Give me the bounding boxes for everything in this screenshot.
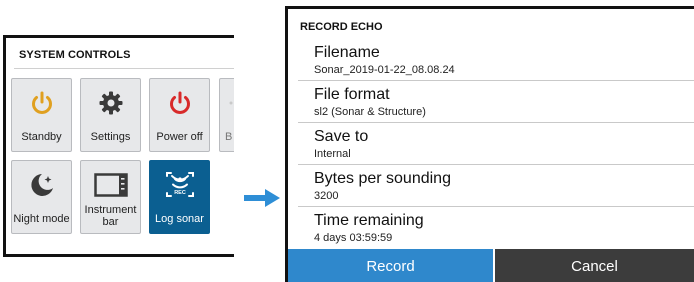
time-remaining-label: Time remaining [314, 212, 424, 229]
log-sonar-button[interactable]: REC Log sonar [149, 160, 210, 234]
standby-icon [31, 91, 52, 114]
filename-value: Sonar_2019-01-22_08.08.24 [314, 64, 455, 76]
instrument-bar-button[interactable]: Instrument bar [80, 160, 141, 234]
system-controls-title: SYSTEM CONTROLS [19, 49, 131, 61]
brightness-icon [229, 101, 233, 105]
log-sonar-label: Log sonar [155, 213, 204, 225]
instrument-bar-label: Instrument bar [84, 204, 137, 228]
standby-button[interactable]: Standby [11, 78, 72, 152]
gear-icon [99, 91, 122, 115]
record-echo-title: RECORD ECHO [300, 21, 383, 33]
standby-label: Standby [21, 131, 62, 143]
arrow-line [244, 195, 266, 201]
log-sonar-icon: REC [165, 172, 194, 197]
instrument-bar-icon [93, 173, 128, 197]
power-icon [169, 91, 190, 114]
bytes-per-sounding-field[interactable]: Bytes per sounding 3200 [298, 167, 694, 207]
bytes-per-sounding-value: 3200 [314, 190, 339, 202]
save-to-value: Internal [314, 148, 351, 160]
filename-field[interactable]: Filename Sonar_2019-01-22_08.08.24 [298, 41, 694, 81]
svg-text:REC: REC [174, 190, 186, 196]
record-button[interactable]: Record [288, 249, 493, 282]
night-mode-label: Night mode [13, 213, 70, 225]
record-echo-dialog: RECORD ECHO Filename Sonar_2019-01-22_08… [285, 6, 694, 282]
settings-button[interactable]: Settings [80, 78, 141, 152]
file-format-value: sl2 (Sonar & Structure) [314, 106, 426, 118]
save-to-field[interactable]: Save to Internal [298, 125, 694, 165]
file-format-field[interactable]: File format sl2 (Sonar & Structure) [298, 83, 694, 123]
time-remaining-value: 4 days 03:59:59 [314, 232, 393, 244]
brightness-label: B [225, 131, 233, 143]
cancel-button[interactable]: Cancel [495, 249, 694, 282]
brightness-button[interactable]: B [219, 78, 234, 152]
bytes-per-sounding-label: Bytes per sounding [314, 170, 451, 187]
night-mode-button[interactable]: Night mode [11, 160, 72, 234]
system-controls-panel: SYSTEM CONTROLS Standby Settings Power o… [3, 35, 234, 257]
power-off-button[interactable]: Power off [149, 78, 210, 152]
arrow-right-icon [265, 189, 280, 207]
save-to-label: Save to [314, 128, 369, 145]
filename-label: Filename [314, 44, 380, 61]
power-off-label: Power off [156, 131, 203, 143]
settings-label: Settings [90, 131, 131, 143]
night-mode-icon [30, 174, 53, 196]
time-remaining-field: Time remaining 4 days 03:59:59 [298, 209, 694, 249]
file-format-label: File format [314, 86, 390, 103]
divider [14, 68, 234, 69]
